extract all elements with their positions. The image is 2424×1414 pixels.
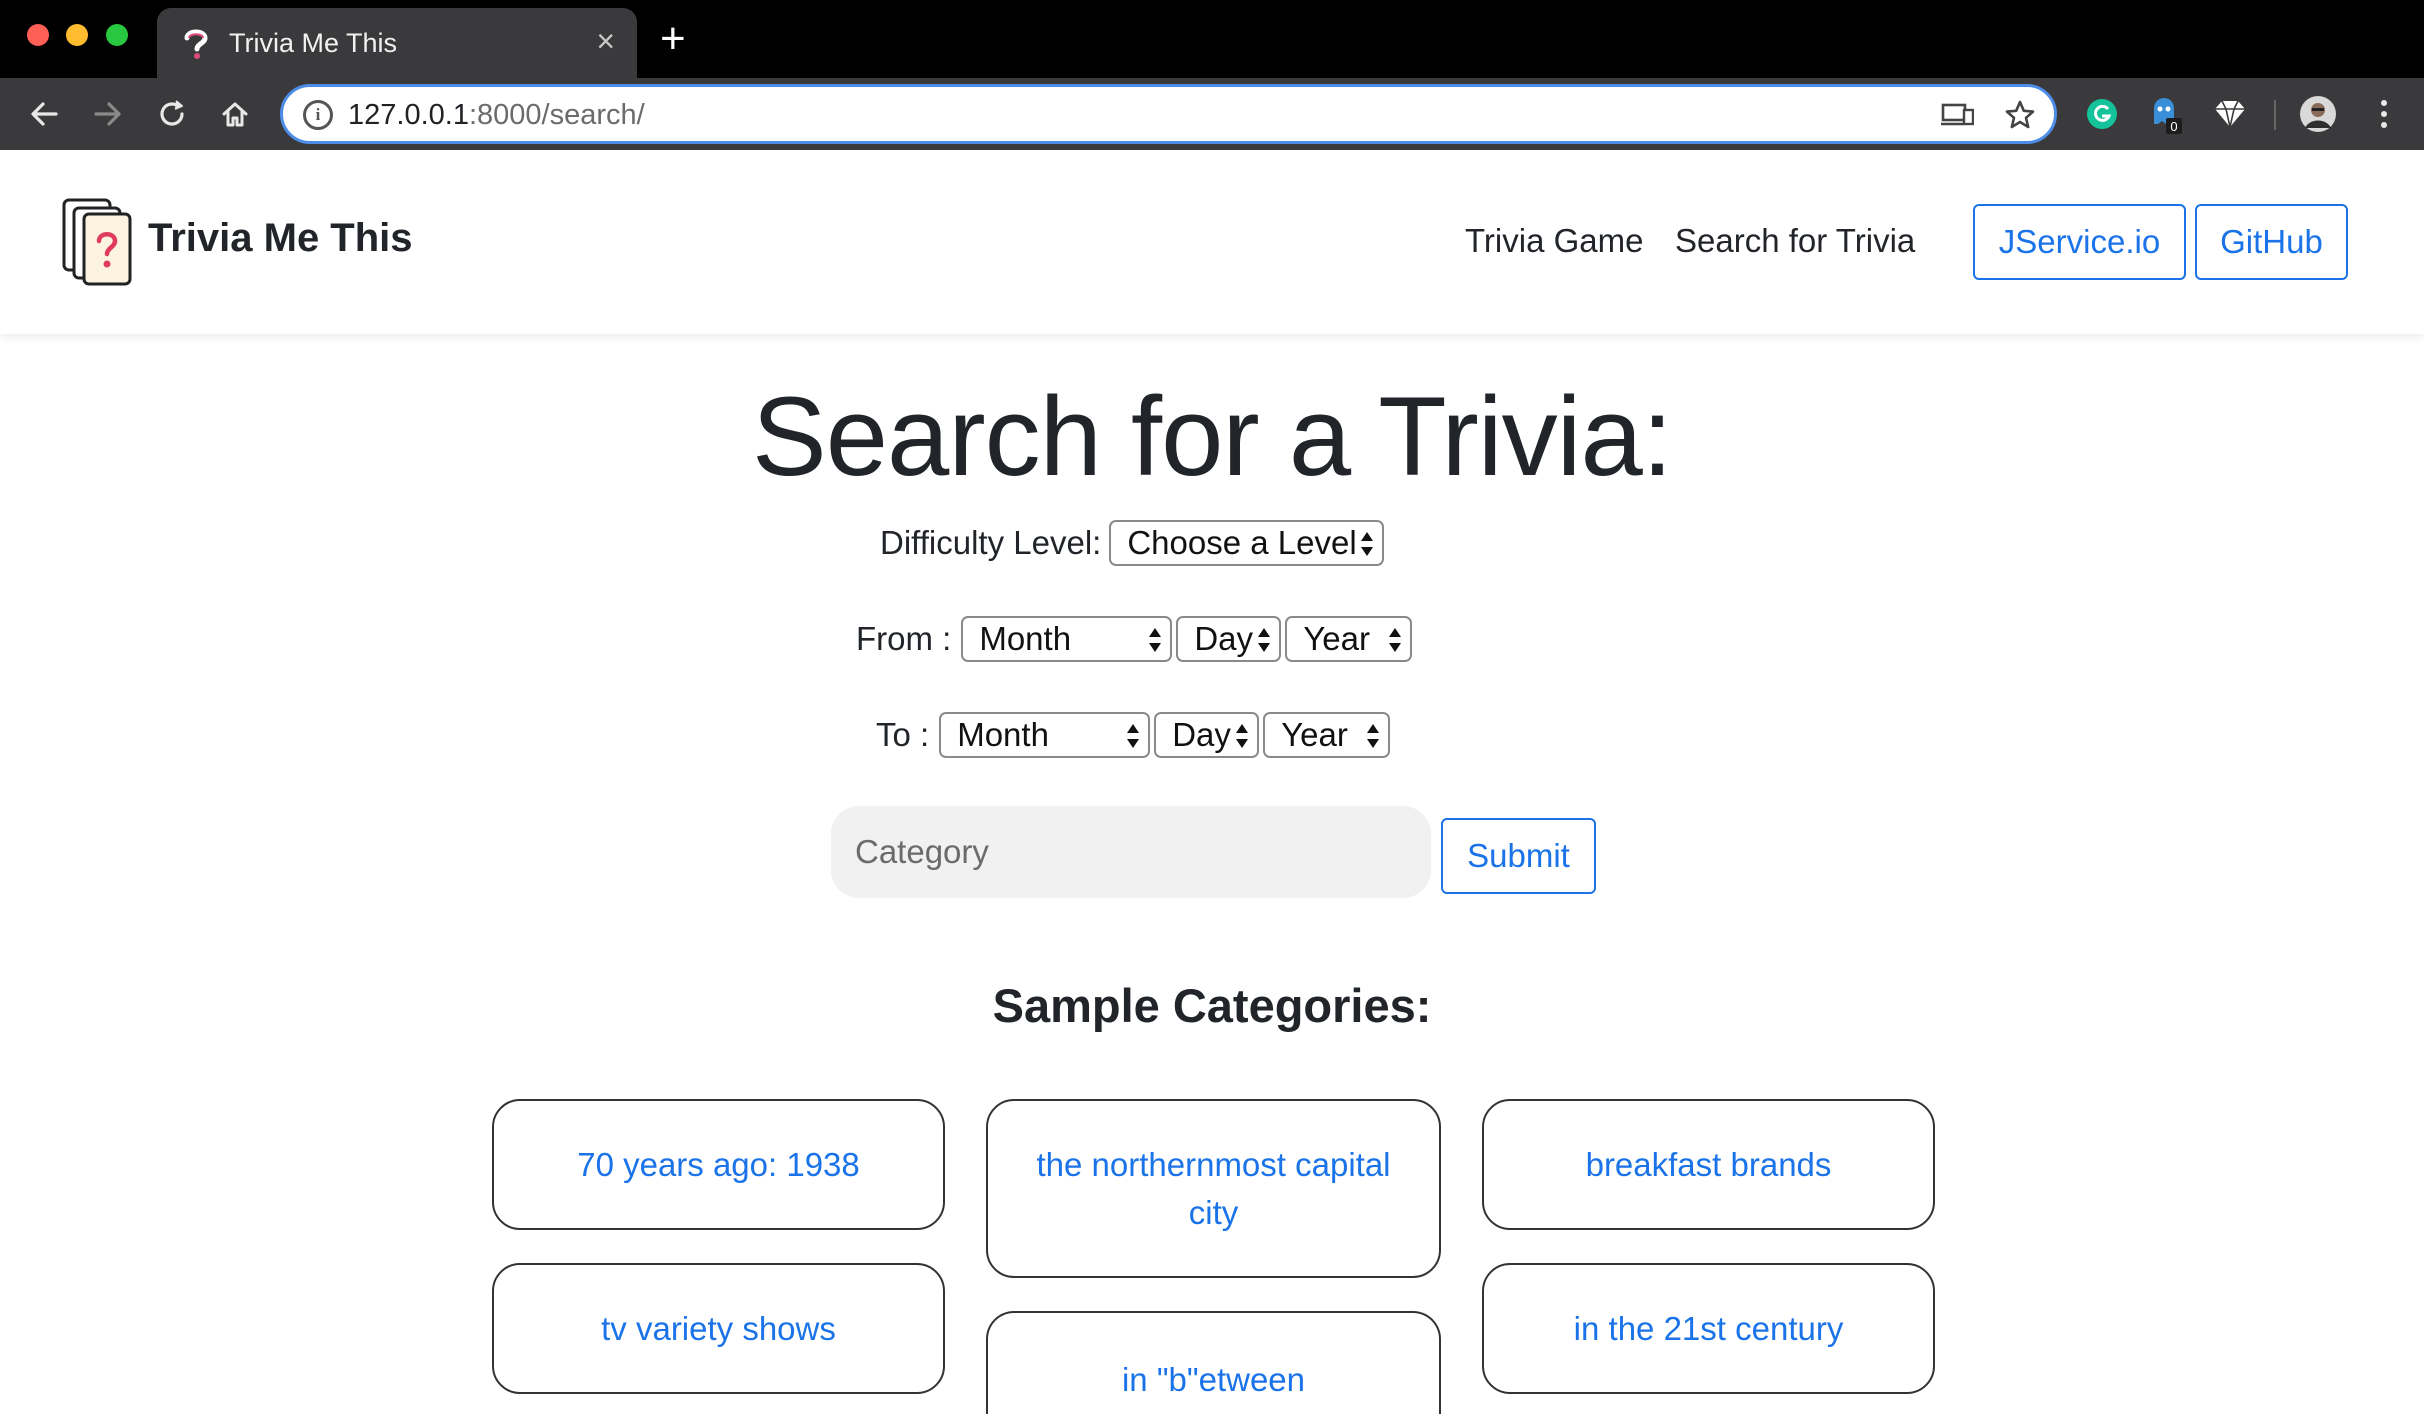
difficulty-label: Difficulty Level:: [880, 524, 1102, 561]
from-day-value: Day: [1194, 620, 1254, 657]
difficulty-select-value: Choose a Level: [1127, 524, 1357, 561]
bookmark-star-icon[interactable]: [2001, 96, 2039, 134]
browser-tabbar: Trivia Me This × +: [0, 0, 2424, 78]
to-day-value: Day: [1172, 716, 1231, 753]
to-year-select[interactable]: Year: [1263, 712, 1391, 758]
profile-avatar[interactable]: [2296, 92, 2340, 136]
select-arrows-icon: [1127, 724, 1140, 748]
site-info-icon[interactable]: i: [303, 100, 333, 130]
maximize-window-button[interactable]: [106, 24, 128, 46]
difficulty-select[interactable]: Choose a Level: [1109, 520, 1385, 566]
trivia-cards-logo-icon[interactable]: [60, 196, 136, 288]
github-button[interactable]: GitHub: [2195, 204, 2348, 280]
tab-title: Trivia Me This: [229, 28, 398, 58]
select-arrows-icon: [1258, 628, 1271, 652]
from-year-select[interactable]: Year: [1285, 616, 1413, 662]
to-date-row: To : Month Day Year: [0, 712, 2424, 758]
category-card[interactable]: in the 21st century: [1482, 1263, 1935, 1394]
cast-devices-icon[interactable]: [1938, 96, 1976, 134]
ghostery-extension-icon[interactable]: 0: [2144, 92, 2188, 136]
category-card[interactable]: the northernmost capital city: [986, 1099, 1441, 1278]
difficulty-row: Difficulty Level: Choose a Level: [0, 520, 2424, 566]
grammarly-extension-icon[interactable]: [2080, 92, 2124, 136]
browser-menu-icon[interactable]: [2362, 92, 2406, 136]
minimize-window-button[interactable]: [66, 24, 88, 46]
home-icon[interactable]: [213, 92, 257, 136]
category-card[interactable]: 70 years ago: 1938: [492, 1099, 945, 1230]
submit-button[interactable]: Submit: [1441, 818, 1596, 894]
select-arrows-icon: [1361, 532, 1374, 556]
from-date-row: From : Month Day Year: [0, 616, 2424, 662]
category-card[interactable]: in "b"etween: [986, 1311, 1441, 1414]
select-arrows-icon: [1389, 628, 1402, 652]
tab-close-icon[interactable]: ×: [596, 25, 615, 57]
category-card[interactable]: tv variety shows: [492, 1263, 945, 1394]
nav-search-link[interactable]: Search for Trivia: [1675, 222, 1915, 260]
to-month-value: Month: [957, 716, 1049, 753]
browser-toolbar: i 127.0.0.1:8000/search/ 0: [0, 78, 2424, 150]
address-bar[interactable]: i 127.0.0.1:8000/search/: [280, 84, 2057, 144]
select-arrows-icon: [1367, 724, 1380, 748]
category-placeholder: Category: [855, 833, 989, 870]
new-tab-icon[interactable]: +: [660, 14, 686, 64]
page-title: Search for a Trivia:: [752, 374, 1673, 499]
diamond-extension-icon[interactable]: [2208, 92, 2252, 136]
select-arrows-icon: [1149, 628, 1162, 652]
category-input[interactable]: Category: [831, 806, 1431, 898]
sample-categories-title: Sample Categories:: [992, 979, 1432, 1032]
to-day-select[interactable]: Day: [1154, 712, 1260, 758]
reload-icon[interactable]: [150, 92, 194, 136]
from-day-select[interactable]: Day: [1176, 616, 1282, 662]
jservice-button[interactable]: JService.io: [1973, 204, 2186, 280]
forward-arrow-icon[interactable]: [86, 92, 130, 136]
from-year-value: Year: [1303, 620, 1371, 657]
from-label: From :: [856, 620, 952, 657]
brand-title[interactable]: Trivia Me This: [148, 216, 413, 261]
category-card[interactable]: breakfast brands: [1482, 1099, 1935, 1230]
nav-trivia-game-link[interactable]: Trivia Game: [1465, 222, 1643, 260]
to-month-select[interactable]: Month: [939, 712, 1151, 758]
browser-tab[interactable]: Trivia Me This ×: [157, 8, 637, 78]
question-favicon-icon: [184, 29, 208, 59]
from-month-value: Month: [979, 620, 1072, 657]
from-month-select[interactable]: Month: [961, 616, 1173, 662]
toolbar-separator: [2274, 100, 2276, 130]
back-arrow-icon[interactable]: [22, 92, 66, 136]
extension-badge-count: 0: [2170, 119, 2177, 134]
to-year-value: Year: [1281, 716, 1348, 753]
url-text[interactable]: 127.0.0.1:8000/search/: [348, 99, 645, 132]
site-navbar: Trivia Me This Trivia Game Search for Tr…: [0, 150, 2424, 334]
to-label: To :: [876, 716, 930, 753]
close-window-button[interactable]: [27, 24, 49, 46]
select-arrows-icon: [1236, 724, 1249, 748]
